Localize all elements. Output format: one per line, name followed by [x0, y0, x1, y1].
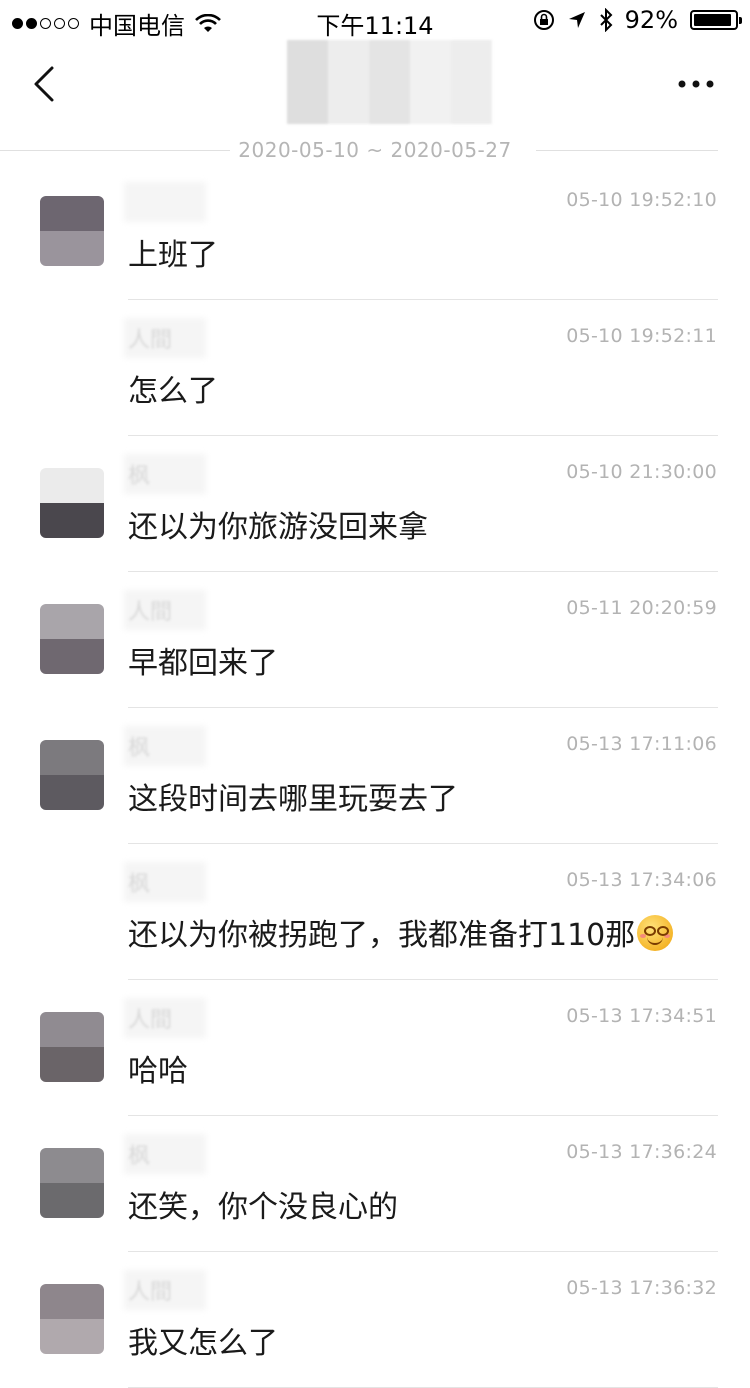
divider: [536, 150, 718, 151]
sender-name: 枫: [128, 1144, 151, 1169]
sender-name: 人間: [128, 600, 173, 625]
message-timestamp: 05-11 20:20:59: [566, 597, 717, 619]
conversation-title-redacted: [287, 40, 492, 124]
status-bar: 中国电信 下午11:14 92%: [0, 0, 750, 40]
message-text-content: 上班了: [128, 238, 218, 273]
message-text: 哈哈: [128, 1046, 188, 1090]
message-text-content: 我又怎么了: [128, 1326, 278, 1361]
message-timestamp: 05-13 17:36:32: [566, 1277, 717, 1299]
battery-icon: [690, 10, 742, 30]
avatar[interactable]: [40, 468, 104, 538]
sender-name: 枫: [128, 872, 151, 897]
message-item[interactable]: 枫 05-13 17:34:06 还以为你被拐跑了，我都准备打110那: [0, 844, 750, 980]
message-text-content: 哈哈: [128, 1054, 188, 1089]
message-item[interactable]: 人間 05-13 17:34:51 哈哈: [0, 980, 750, 1116]
message-text-content: 还以为你被拐跑了，我都准备打110那: [128, 918, 636, 953]
sender-name: [128, 186, 198, 222]
sender-name: 人間: [128, 1008, 173, 1033]
message-timestamp: 05-10 21:30:00: [566, 461, 717, 483]
message-item[interactable]: 人間 05-10 19:52:11 怎么了: [0, 300, 750, 436]
message-timestamp: 05-10 19:52:11: [566, 325, 717, 347]
message-item[interactable]: 人間 05-11 20:20:59 早都回来了: [0, 572, 750, 708]
message-text: 怎么了: [128, 366, 218, 410]
chevron-left-icon[interactable]: [30, 64, 60, 104]
message-item[interactable]: 枫 05-10 21:30:00 还以为你旅游没回来拿: [0, 436, 750, 572]
message-text: 上班了: [128, 230, 218, 274]
avatar[interactable]: [40, 196, 104, 266]
location-icon: [568, 12, 585, 28]
message-timestamp: 05-13 17:36:24: [566, 1141, 717, 1163]
message-text-content: 还笑，你个没良心的: [128, 1190, 398, 1225]
battery-percent: 92%: [624, 6, 678, 34]
message-item[interactable]: 枫 05-13 17:11:06 这段时间去哪里玩耍去了: [0, 708, 750, 844]
message-timestamp: 05-13 17:34:06: [566, 869, 717, 891]
flushed-smile-emoji: [637, 915, 674, 951]
avatar[interactable]: [40, 1284, 104, 1354]
avatar[interactable]: [40, 1012, 104, 1082]
message-item[interactable]: 05-10 19:52:10 上班了: [0, 164, 750, 300]
message-text: 还笑，你个没良心的: [128, 1182, 398, 1226]
message-text: 这段时间去哪里玩耍去了: [128, 774, 458, 818]
nav-bar: [0, 40, 750, 128]
sender-name: 枫: [128, 736, 151, 761]
message-text-content: 早都回来了: [128, 646, 278, 681]
message-text-content: 怎么了: [128, 374, 218, 409]
message-text: 早都回来了: [128, 638, 278, 682]
avatar[interactable]: [40, 1148, 104, 1218]
bluetooth-icon: [599, 8, 613, 32]
message-item[interactable]: 枫 05-13 17:36:24 还笑，你个没良心的: [0, 1116, 750, 1252]
sender-name: 人間: [128, 1280, 173, 1305]
orientation-lock-icon: [533, 10, 554, 30]
message-text: 我又怎么了: [128, 1318, 278, 1362]
status-right: 92%: [533, 6, 742, 34]
message-list: 05-10 19:52:10 上班了人間 05-10 19:52:11 怎么了枫 05-…: [0, 164, 750, 1388]
avatar[interactable]: [40, 740, 104, 810]
message-text-content: 还以为你旅游没回来拿: [128, 510, 428, 545]
message-item[interactable]: 人間 05-13 17:36:32 我又怎么了: [0, 1252, 750, 1388]
sender-name: 人間: [128, 328, 173, 353]
date-range-row: 2020-05-10 ~ 2020-05-27: [0, 138, 750, 164]
message-timestamp: 05-13 17:11:06: [566, 733, 717, 755]
message-text: 还以为你旅游没回来拿: [128, 502, 428, 546]
message-text-content: 这段时间去哪里玩耍去了: [128, 782, 458, 817]
sender-name: 枫: [128, 464, 151, 489]
avatar[interactable]: [40, 604, 104, 674]
battery-level: [694, 14, 731, 26]
message-timestamp: 05-10 19:52:10: [566, 189, 717, 211]
message-text: 还以为你被拐跑了，我都准备打110那: [128, 910, 674, 954]
more-dots-icon[interactable]: [676, 76, 716, 92]
message-timestamp: 05-13 17:34:51: [566, 1005, 717, 1027]
